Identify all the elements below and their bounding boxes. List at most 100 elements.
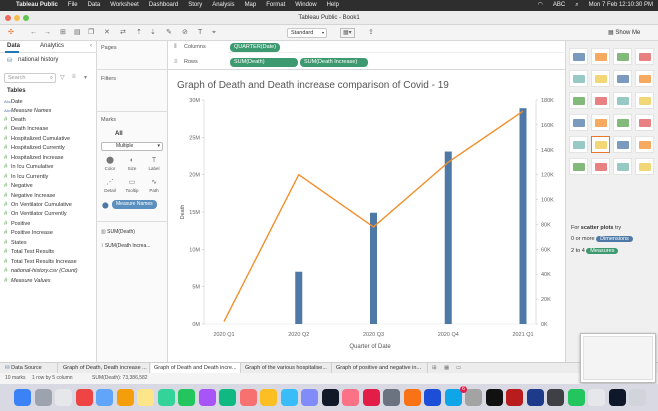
- dock-app-icon[interactable]: [342, 389, 359, 406]
- dock-app-icon[interactable]: [403, 389, 421, 406]
- rows-pill-sum-death[interactable]: SUM(Death): [230, 58, 298, 67]
- path-button[interactable]: ∿ Path: [145, 177, 163, 197]
- fit-dropdown[interactable]: Standard ▾: [287, 28, 327, 38]
- show-me-button[interactable]: ▦ Show Me: [608, 28, 640, 38]
- field-item[interactable]: # Hospitalized Increase: [4, 154, 64, 163]
- screenshot-thumbnail[interactable]: [580, 333, 656, 383]
- field-item[interactable]: # national-history.csv (Count): [4, 267, 78, 276]
- view-options-icon[interactable]: ≡: [72, 74, 76, 80]
- field-item[interactable]: # Hospitalized Cumulative: [4, 135, 70, 144]
- field-item[interactable]: AbcDate: [4, 97, 23, 106]
- rows-pill-sum-death-increase[interactable]: SUM(Death Increase): [300, 58, 368, 67]
- dock-app-icon[interactable]: [547, 389, 564, 406]
- show-me-histogram[interactable]: [635, 136, 654, 153]
- field-item[interactable]: # Positive Increase: [4, 229, 53, 238]
- presentation-mode-icon[interactable]: ▦▾: [340, 28, 355, 38]
- marks-all-label[interactable]: All: [115, 131, 123, 137]
- columns-pill-quarter-date[interactable]: QUARTER(Date): [230, 43, 281, 52]
- filter-fields-icon[interactable]: ▽: [60, 74, 65, 81]
- dock-app-icon[interactable]: [116, 389, 134, 406]
- dock-app-icon[interactable]: [362, 389, 380, 406]
- dock-app-icon[interactable]: [157, 389, 175, 406]
- more-options-icon[interactable]: ▾: [84, 74, 87, 81]
- field-item[interactable]: # Hospitalized Currently: [4, 144, 65, 153]
- dock-app-icon[interactable]: [485, 389, 503, 406]
- dock-app-icon[interactable]: [280, 389, 298, 406]
- forward-icon[interactable]: →: [44, 28, 51, 38]
- show-me-filled-map[interactable]: [569, 70, 588, 87]
- close-window-icon[interactable]: [5, 15, 11, 21]
- zoom-window-icon[interactable]: [23, 15, 29, 21]
- show-me-symbol-map[interactable]: [635, 48, 654, 65]
- show-me-text-table[interactable]: [569, 48, 588, 65]
- fix-axes-icon[interactable]: ⌖: [212, 28, 216, 38]
- show-me-side-by-side-circles[interactable]: [635, 92, 654, 109]
- menu-dashboard[interactable]: Dashboard: [144, 0, 183, 11]
- dock-app-icon[interactable]: [608, 389, 626, 406]
- labels-icon[interactable]: T: [198, 28, 202, 38]
- highlight-icon[interactable]: ✎: [166, 28, 172, 38]
- dock-app-icon[interactable]: [96, 389, 113, 406]
- label-button[interactable]: T Label: [145, 155, 163, 175]
- dock-app-icon[interactable]: [506, 389, 523, 406]
- dock-app-icon[interactable]: [198, 389, 216, 406]
- menu-file[interactable]: File: [63, 0, 83, 11]
- swap-rows-columns-icon[interactable]: ⇄: [120, 28, 126, 38]
- menu-map[interactable]: Map: [240, 0, 262, 11]
- show-me-circle-views[interactable]: [613, 92, 632, 109]
- dock-app-icon[interactable]: [424, 389, 441, 406]
- field-item[interactable]: # Negative: [4, 182, 33, 191]
- show-me-heat-map[interactable]: [591, 48, 610, 65]
- collapse-pane-icon[interactable]: ‹: [90, 43, 92, 49]
- dock-app-icon[interactable]: [178, 389, 195, 406]
- dock-app-icon[interactable]: [260, 389, 277, 406]
- field-item[interactable]: # States: [4, 239, 27, 248]
- detail-button[interactable]: ⋰ Detail: [101, 177, 119, 197]
- menu-window[interactable]: Window: [290, 0, 321, 11]
- mark-type-dropdown[interactable]: Multiple ▾: [101, 142, 163, 151]
- dock-app-icon[interactable]: [301, 389, 318, 406]
- search-icon[interactable]: ⌕: [570, 0, 583, 11]
- show-me-discrete-lines[interactable]: [591, 114, 610, 131]
- sort-descending-icon[interactable]: ⇣: [150, 28, 156, 38]
- dock-app-icon[interactable]: [219, 389, 236, 406]
- minimize-window-icon[interactable]: [14, 15, 20, 21]
- tab-analytics[interactable]: Analytics: [40, 43, 64, 49]
- show-me-dual-combination[interactable]: [591, 136, 610, 153]
- menu-help[interactable]: Help: [322, 0, 344, 11]
- dock-app-icon[interactable]: [629, 389, 646, 406]
- clear-sheet-icon[interactable]: ✕: [104, 28, 110, 38]
- group-icon[interactable]: ⊘: [182, 28, 188, 38]
- color-button[interactable]: ⬤ Color: [101, 155, 119, 175]
- show-me-horizontal-bars[interactable]: [613, 70, 632, 87]
- menu-data[interactable]: Data: [83, 0, 106, 11]
- dock-app-icon[interactable]: [567, 389, 585, 406]
- show-me-scatter-plot[interactable]: [613, 136, 632, 153]
- sort-ascending-icon[interactable]: ⇡: [136, 28, 142, 38]
- show-me-box-and-whisker[interactable]: [569, 158, 588, 175]
- field-item[interactable]: # Total Test Results: [4, 248, 54, 257]
- show-me-area-continuous[interactable]: [635, 114, 654, 131]
- share-icon[interactable]: ⇪: [368, 28, 374, 38]
- menu-analysis[interactable]: Analysis: [207, 0, 239, 11]
- dock-app-icon[interactable]: [465, 389, 482, 406]
- dock-app-icon[interactable]: [137, 389, 154, 406]
- field-item[interactable]: # Death Increase: [4, 125, 48, 134]
- apple-menu-icon[interactable]: [0, 0, 11, 11]
- input-source-indicator[interactable]: ABC: [548, 0, 570, 11]
- show-me-continuous-lines[interactable]: [569, 114, 588, 131]
- show-me-highlight-table[interactable]: [613, 48, 632, 65]
- show-me-bullet-graph[interactable]: [613, 158, 632, 175]
- field-item[interactable]: # Negative Increase: [4, 192, 55, 201]
- search-fields-input[interactable]: Search ⌕: [4, 73, 56, 83]
- dock-app-icon[interactable]: [239, 389, 257, 406]
- new-data-source-icon[interactable]: ⊞: [60, 28, 66, 38]
- show-me-stacked-bars[interactable]: [635, 70, 654, 87]
- dock-app-icon[interactable]: [55, 389, 72, 406]
- field-item[interactable]: # On Ventilator Cumulative: [4, 201, 72, 210]
- measure-names-pill[interactable]: Measure Names: [112, 200, 157, 209]
- field-item[interactable]: # Measure Values: [4, 277, 51, 286]
- dock-app-icon[interactable]: [321, 389, 339, 406]
- show-me-gantt-chart[interactable]: [591, 158, 610, 175]
- duplicate-sheet-icon[interactable]: ❐: [88, 28, 94, 38]
